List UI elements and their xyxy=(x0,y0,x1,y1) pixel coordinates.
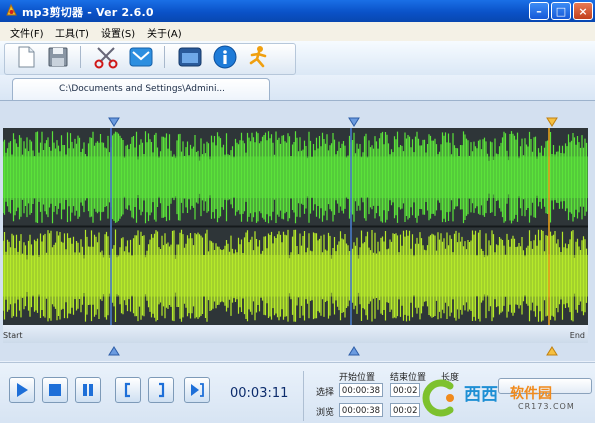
mark-start-button[interactable] xyxy=(115,377,141,403)
close-button[interactable]: × xyxy=(573,2,593,20)
toolbar-separator xyxy=(164,46,165,68)
minimize-button[interactable]: – xyxy=(529,2,549,20)
stop-button[interactable] xyxy=(42,377,68,403)
start-position-header: 开始位置 xyxy=(339,373,376,383)
menu-settings[interactable]: 设置(S) xyxy=(101,25,135,40)
current-time: 00:03:11 xyxy=(230,386,289,401)
site-watermark: 西西 软件园 CR173.COM xyxy=(420,374,595,422)
play-selection-icon xyxy=(191,383,204,397)
watermark-url: CR173.COM xyxy=(518,402,575,411)
file-tab-strip: C:\Documents and Settings\Admini... xyxy=(0,75,595,100)
new-file-icon[interactable] xyxy=(12,44,40,70)
watermark-text-blue: 西西 xyxy=(464,385,498,405)
end-marker-top-icon xyxy=(546,117,558,127)
save-icon[interactable] xyxy=(44,44,72,70)
menu-tools[interactable]: 工具(T) xyxy=(55,25,89,40)
mark-end-icon xyxy=(159,382,165,398)
site-logo-icon xyxy=(422,379,454,417)
info-icon[interactable] xyxy=(211,44,239,70)
window-title: mp3剪切器 - Ver 2.6.0 xyxy=(22,6,154,19)
waveform-channel-right-core xyxy=(3,254,588,297)
window-icon[interactable] xyxy=(176,44,204,70)
browse-end-field[interactable]: 00:02 xyxy=(390,403,420,417)
waveform-channel-left-core xyxy=(3,156,588,199)
mail-icon[interactable] xyxy=(127,44,155,70)
mark-start-icon xyxy=(124,382,130,398)
scissors-icon[interactable] xyxy=(92,44,120,70)
play-icon xyxy=(17,383,28,397)
play-button[interactable] xyxy=(9,377,35,403)
waveform-panel: Start End xyxy=(0,100,595,361)
stop-icon xyxy=(49,384,61,396)
toolbar-separator xyxy=(80,46,81,68)
mark-end-button[interactable] xyxy=(148,377,174,403)
controls-separator xyxy=(303,371,304,421)
top-marker-lane xyxy=(3,117,588,128)
menu-bar: 文件(F) 工具(T) 设置(S) 关于(A) xyxy=(0,22,595,42)
browse-row-label: 浏览 xyxy=(316,408,335,418)
pause-icon xyxy=(83,384,93,396)
end-marker-bottom-icon xyxy=(546,346,558,356)
file-tab-path: C:\Documents and Settings\Admini... xyxy=(59,84,226,94)
runner-icon[interactable] xyxy=(245,44,273,70)
watermark-text-orange: 软件园 xyxy=(510,386,552,402)
start-marker-top-icon xyxy=(108,117,120,127)
file-tab[interactable]: C:\Documents and Settings\Admini... xyxy=(12,78,270,100)
app-icon xyxy=(6,3,17,16)
toolbar xyxy=(0,41,595,76)
browse-start-field[interactable]: 00:00:38 xyxy=(339,403,383,417)
select-end-field[interactable]: 00:02 xyxy=(390,383,420,397)
ruler-start-label: Start xyxy=(3,331,23,340)
bottom-marker-lane xyxy=(3,345,588,357)
play-marker-top-icon xyxy=(348,117,360,127)
title-bar: mp3剪切器 - Ver 2.6.0 – □ × xyxy=(0,0,595,22)
time-ruler: Start End xyxy=(3,325,588,343)
menu-about[interactable]: 关于(A) xyxy=(147,25,182,40)
menu-file[interactable]: 文件(F) xyxy=(10,25,44,40)
ruler-end-label: End xyxy=(569,331,585,340)
maximize-button[interactable]: □ xyxy=(551,2,571,20)
waveform-display[interactable] xyxy=(3,128,588,325)
start-marker-bottom-icon xyxy=(108,346,120,356)
pause-button[interactable] xyxy=(75,377,101,403)
play-marker-bottom-icon xyxy=(348,346,360,356)
play-selection-button[interactable] xyxy=(184,377,210,403)
select-start-field[interactable]: 00:00:38 xyxy=(339,383,383,397)
select-row-label: 选择 xyxy=(316,388,335,398)
